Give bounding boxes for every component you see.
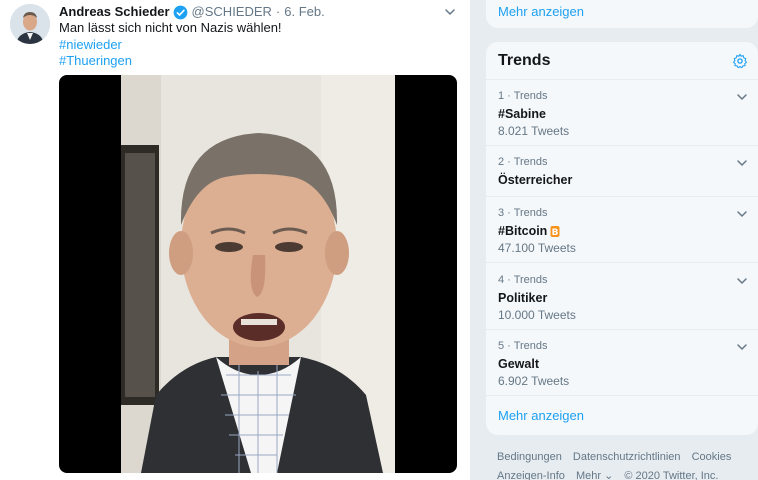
- trend-name: Gewalt: [498, 356, 539, 372]
- trend-name: Politiker: [498, 290, 547, 306]
- footer-link-privacy[interactable]: Datenschutzrichtlinien: [573, 451, 681, 463]
- trend-name: #Bitcoin B: [498, 223, 560, 239]
- chevron-down-icon[interactable]: [736, 91, 748, 103]
- verified-badge-icon: [173, 5, 187, 19]
- trends-title: Trends: [498, 52, 551, 69]
- trend-meta: 1 · Trends: [498, 90, 548, 102]
- video-frame: [121, 75, 395, 473]
- video-player[interactable]: [59, 75, 457, 473]
- divider: [486, 395, 758, 396]
- trend-name-text: Politiker: [498, 291, 548, 305]
- trend-meta: 5 · Trends: [498, 340, 548, 352]
- trend-name: Österreicher: [498, 172, 572, 188]
- chevron-down-icon[interactable]: [736, 341, 748, 353]
- footer-link-terms[interactable]: Bedingungen: [497, 451, 562, 463]
- footer-link-cookies[interactable]: Cookies: [692, 451, 732, 463]
- footer-link-ads-info[interactable]: Anzeigen-Info: [497, 470, 565, 480]
- header-separator: ·: [275, 4, 281, 19]
- trend-count: 8.021 Tweets: [498, 124, 570, 138]
- avatar-image: [10, 4, 50, 44]
- trend-name-text: #Bitcoin: [498, 224, 548, 238]
- hashtag-link[interactable]: #Thueringen: [59, 53, 132, 69]
- svg-text:B: B: [552, 228, 559, 238]
- divider: [486, 196, 758, 197]
- trend-name-text: Gewalt: [498, 357, 539, 371]
- show-more-link[interactable]: Mehr anzeigen: [498, 4, 584, 19]
- chevron-down-icon[interactable]: [444, 6, 456, 18]
- tweet-date[interactable]: 6. Feb.: [284, 4, 324, 20]
- footer-copyright: © 2020 Twitter, Inc.: [624, 470, 719, 480]
- divider: [486, 79, 758, 80]
- trend-name: #Sabine: [498, 106, 546, 122]
- divider: [486, 329, 758, 330]
- chevron-down-icon[interactable]: [736, 157, 748, 169]
- trend-count: 6.902 Tweets: [498, 374, 570, 388]
- gear-icon[interactable]: [732, 53, 748, 69]
- trend-meta: 3 · Trends: [498, 207, 548, 219]
- footer-link-more[interactable]: Mehr ⌄: [576, 470, 613, 480]
- video-thumbnail: [121, 75, 395, 473]
- chevron-down-icon[interactable]: [736, 208, 748, 220]
- divider: [486, 145, 758, 146]
- divider: [486, 262, 758, 263]
- avatar[interactable]: [10, 4, 50, 44]
- show-more-link[interactable]: Mehr anzeigen: [498, 408, 584, 423]
- trend-name-text: Österreicher: [498, 173, 573, 187]
- trend-count: 47.100 Tweets: [498, 241, 576, 255]
- trend-meta: 2 · Trends: [498, 156, 548, 168]
- trend-meta: 4 · Trends: [498, 274, 548, 286]
- author-handle[interactable]: @SCHIEDER: [192, 4, 272, 20]
- hashtag-link[interactable]: #niewieder: [59, 37, 122, 53]
- tweet-text: Man lässt sich nicht von Nazis wählen!: [59, 20, 282, 35]
- trend-name-text: #Sabine: [498, 107, 546, 121]
- bitcoin-icon: B: [550, 225, 560, 238]
- tweet-header: Andreas Schieder @SCHIEDER · 6. Feb.: [59, 4, 325, 20]
- footer-row: Anzeigen-Info Mehr ⌄ © 2020 Twitter, Inc…: [497, 469, 726, 480]
- chevron-down-icon[interactable]: [736, 275, 748, 287]
- author-name[interactable]: Andreas Schieder: [59, 4, 170, 20]
- trends-card: Trends 1 · Trends #Sabine 8.021 Tweets 2…: [486, 42, 758, 435]
- footer-row: Bedingungen Datenschutzrichtlinien Cooki…: [497, 450, 739, 464]
- timeline-column: Andreas Schieder @SCHIEDER · 6. Feb. Man…: [0, 0, 471, 480]
- trend-count: 10.000 Tweets: [498, 308, 576, 322]
- previous-card: Mehr anzeigen: [486, 0, 758, 28]
